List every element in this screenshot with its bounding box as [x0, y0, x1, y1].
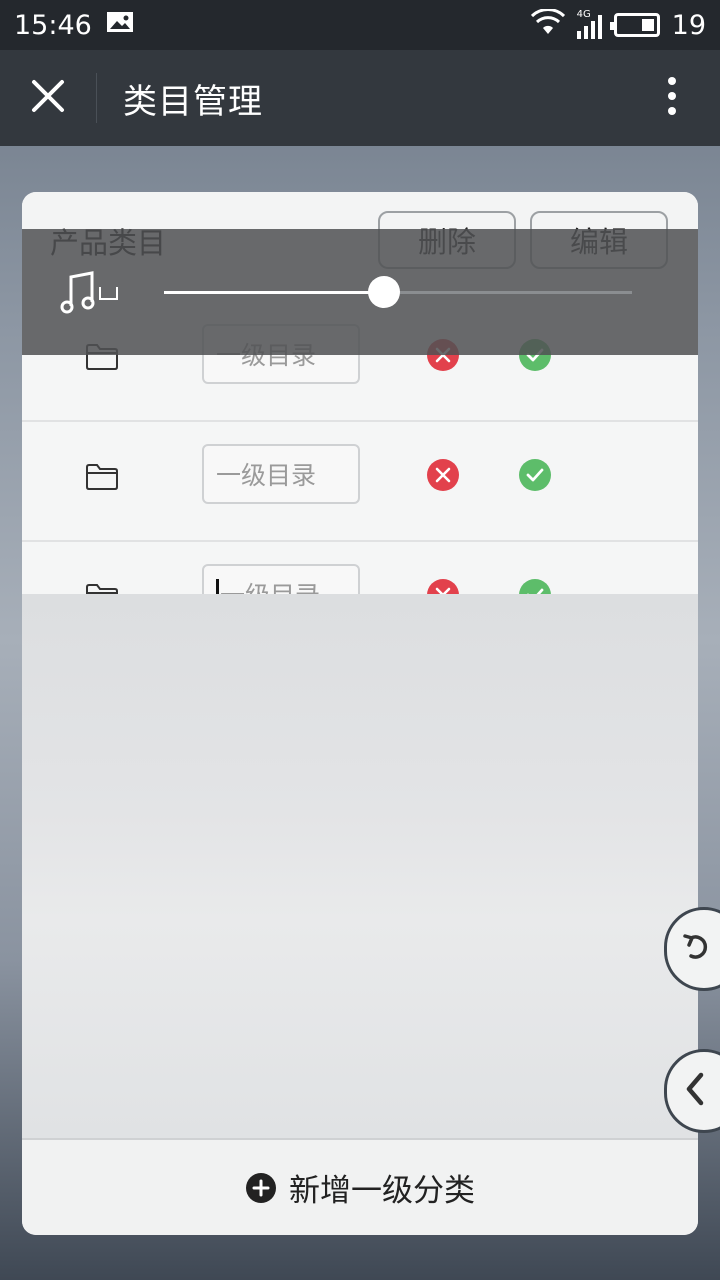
- empty-area: [22, 594, 698, 1138]
- more-menu-button[interactable]: [624, 50, 720, 146]
- gallery-icon: [106, 10, 134, 41]
- confirm-icon[interactable]: [519, 459, 551, 495]
- status-bar: 15:46 4G 19: [0, 0, 720, 50]
- close-button[interactable]: [0, 50, 96, 146]
- page-title: 类目管理: [123, 81, 263, 122]
- close-icon: [31, 79, 65, 117]
- chevron-left-icon: [681, 1071, 709, 1111]
- add-category-label: 新增一级分类: [289, 1173, 475, 1209]
- music-player-overlay: [22, 229, 698, 355]
- music-progress-slider[interactable]: [164, 276, 632, 308]
- category-name-input[interactable]: 一级目录: [202, 444, 360, 504]
- status-time: 15:46: [14, 9, 92, 41]
- category-row: 一级目录: [22, 422, 698, 542]
- battery-icon: [609, 13, 660, 37]
- wifi-icon: [530, 7, 565, 42]
- add-category-button[interactable]: 新增一级分类: [22, 1138, 698, 1235]
- folder-icon: [84, 462, 120, 496]
- battery-level: 19: [671, 9, 706, 41]
- input-placeholder: 一级目录: [216, 461, 317, 490]
- cellular-signal-icon: 4G: [576, 9, 602, 39]
- slider-thumb[interactable]: [367, 276, 400, 308]
- navbar-divider: [96, 73, 97, 123]
- navbar: 类目管理: [0, 50, 720, 146]
- undo-icon: [681, 930, 715, 968]
- cancel-icon[interactable]: [427, 459, 459, 495]
- music-note-icon[interactable]: [60, 271, 120, 319]
- more-vertical-icon: [667, 76, 677, 120]
- slider-fill: [164, 291, 384, 294]
- plus-circle-icon: [245, 1172, 277, 1204]
